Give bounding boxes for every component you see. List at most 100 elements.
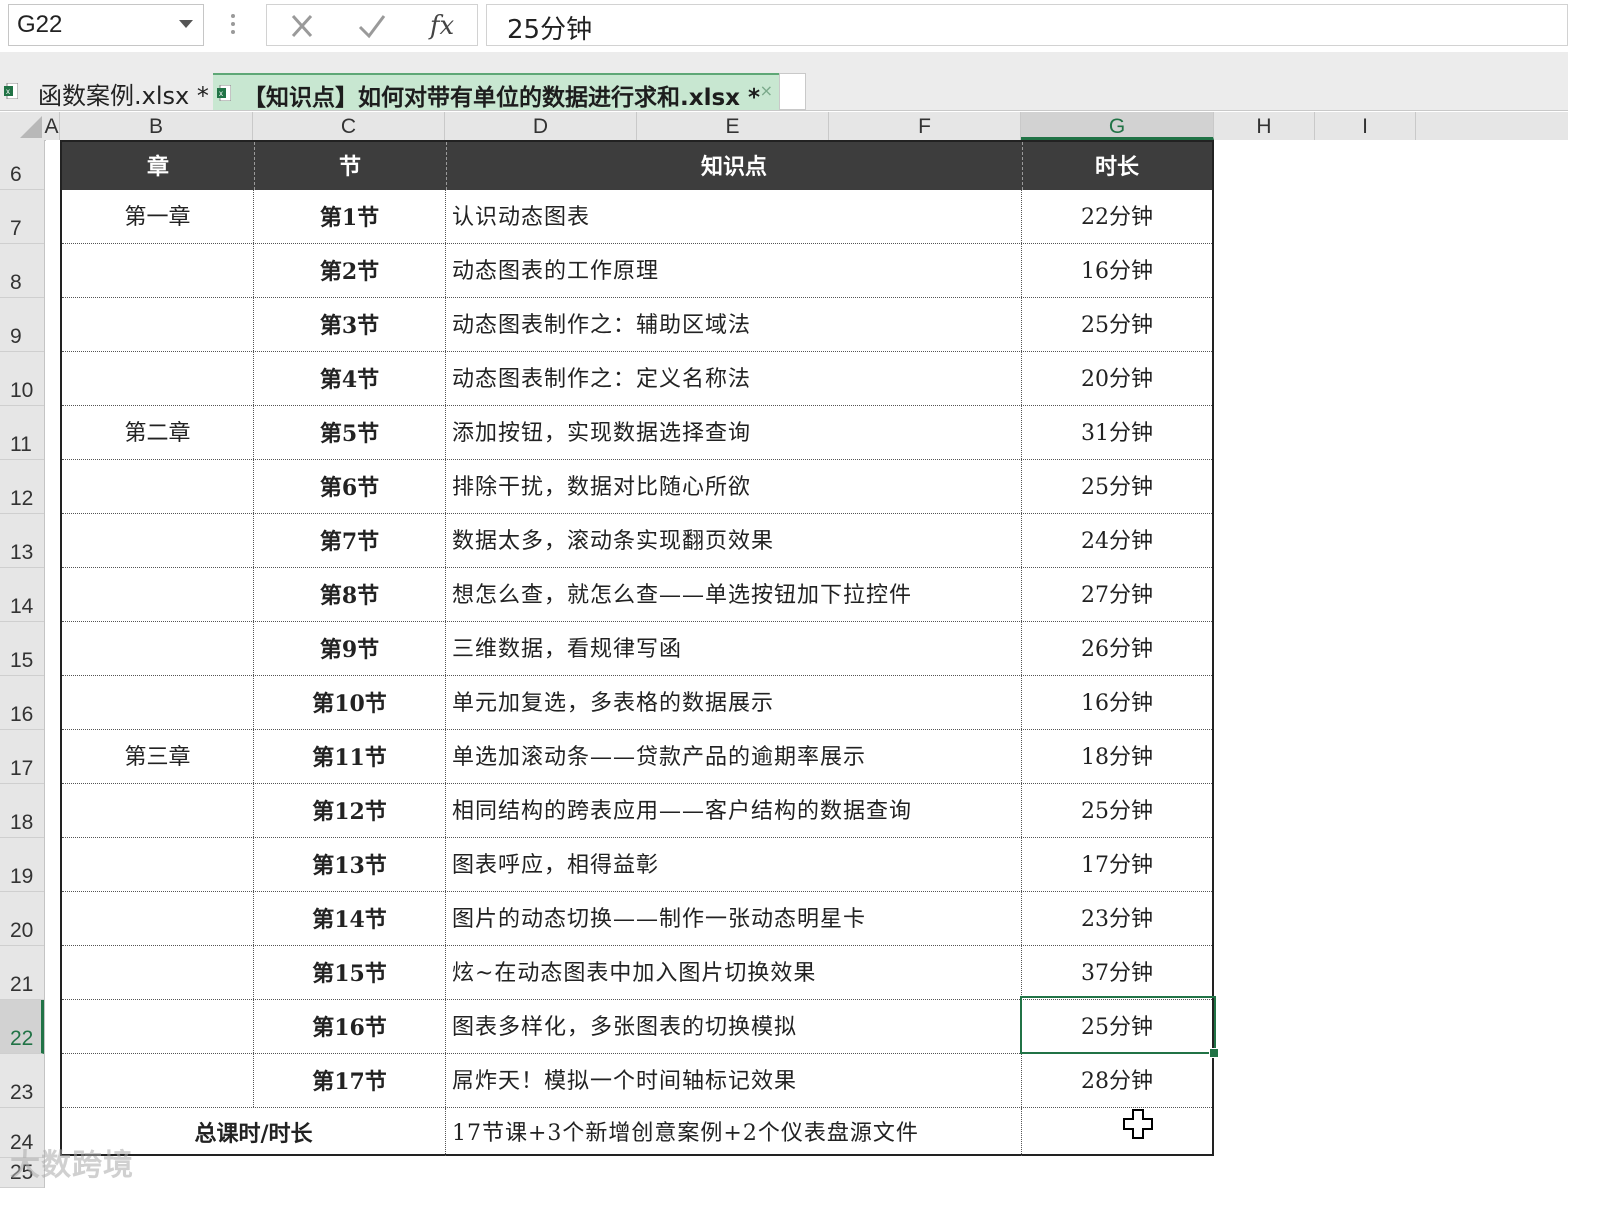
topic-cell[interactable]: 单选加滚动条——贷款产品的逾期率展示 bbox=[446, 730, 1022, 783]
row-header[interactable]: 18 bbox=[0, 784, 44, 838]
insert-function-button[interactable]: fx bbox=[417, 9, 467, 43]
topic-cell[interactable]: 排除干扰，数据对比随心所欲 bbox=[446, 460, 1022, 513]
duration-cell[interactable]: 20分钟 bbox=[1022, 352, 1212, 405]
total-duration[interactable] bbox=[1022, 1108, 1212, 1156]
column-header-b[interactable]: B bbox=[60, 112, 253, 140]
chapter-cell[interactable] bbox=[62, 460, 254, 513]
duration-cell[interactable]: 28分钟 bbox=[1022, 1054, 1212, 1107]
row-header[interactable]: 19 bbox=[0, 838, 44, 892]
section-cell[interactable]: 第17节 bbox=[254, 1054, 446, 1107]
formula-value[interactable]: 25分钟 bbox=[507, 9, 592, 46]
row-header[interactable]: 10 bbox=[0, 352, 44, 406]
chapter-cell[interactable]: 第一章 bbox=[62, 190, 254, 243]
section-cell[interactable]: 第8节 bbox=[254, 568, 446, 621]
formula-input[interactable]: 25分钟 bbox=[486, 4, 1568, 46]
row-header-selected[interactable]: 22 bbox=[0, 1000, 44, 1054]
section-cell[interactable]: 第9节 bbox=[254, 622, 446, 675]
chapter-cell[interactable]: 第二章 bbox=[62, 406, 254, 459]
duration-cell[interactable]: 18分钟 bbox=[1022, 730, 1212, 783]
section-cell[interactable]: 第10节 bbox=[254, 676, 446, 729]
row-header[interactable]: 16 bbox=[0, 676, 44, 730]
chapter-cell[interactable] bbox=[62, 568, 254, 621]
topic-cell[interactable]: 图表呼应，相得益彰 bbox=[446, 838, 1022, 891]
row-header[interactable]: 21 bbox=[0, 946, 44, 1000]
duration-cell[interactable]: 16分钟 bbox=[1022, 676, 1212, 729]
section-cell[interactable]: 第6节 bbox=[254, 460, 446, 513]
enter-button[interactable] bbox=[347, 9, 397, 43]
chapter-cell[interactable] bbox=[62, 946, 254, 999]
header-section[interactable]: 节 bbox=[254, 142, 447, 190]
section-cell[interactable]: 第2节 bbox=[254, 244, 446, 297]
column-header-a[interactable]: A bbox=[44, 112, 60, 140]
row-header[interactable]: 15 bbox=[0, 622, 44, 676]
topic-cell[interactable]: 相同结构的跨表应用——客户结构的数据查询 bbox=[446, 784, 1022, 837]
topic-cell[interactable]: 三维数据，看规律写函 bbox=[446, 622, 1022, 675]
drag-handle-icon[interactable] bbox=[230, 12, 236, 40]
chapter-cell[interactable] bbox=[62, 622, 254, 675]
row-header[interactable]: 14 bbox=[0, 568, 44, 622]
row-header[interactable]: 9 bbox=[0, 298, 44, 352]
new-tab-button[interactable] bbox=[779, 73, 806, 110]
chapter-cell[interactable] bbox=[62, 1054, 254, 1107]
row-header[interactable]: 23 bbox=[0, 1054, 44, 1108]
row-header[interactable]: 20 bbox=[0, 892, 44, 946]
duration-cell[interactable]: 26分钟 bbox=[1022, 622, 1212, 675]
section-cell[interactable]: 第13节 bbox=[254, 838, 446, 891]
topic-cell[interactable]: 数据太多，滚动条实现翻页效果 bbox=[446, 514, 1022, 567]
header-duration[interactable]: 时长 bbox=[1022, 142, 1212, 190]
duration-cell[interactable]: 31分钟 bbox=[1022, 406, 1212, 459]
topic-cell[interactable]: 动态图表的工作原理 bbox=[446, 244, 1022, 297]
section-cell[interactable]: 第5节 bbox=[254, 406, 446, 459]
column-header-c[interactable]: C bbox=[253, 112, 445, 140]
chapter-cell[interactable] bbox=[62, 298, 254, 351]
topic-cell[interactable]: 屌炸天！模拟一个时间轴标记效果 bbox=[446, 1054, 1022, 1107]
column-header-d[interactable]: D bbox=[445, 112, 637, 140]
chapter-cell[interactable] bbox=[62, 676, 254, 729]
cancel-button[interactable] bbox=[277, 9, 327, 43]
duration-cell[interactable]: 37分钟 bbox=[1022, 946, 1212, 999]
section-cell[interactable]: 第11节 bbox=[254, 730, 446, 783]
chapter-cell[interactable] bbox=[62, 892, 254, 945]
topic-cell[interactable]: 认识动态图表 bbox=[446, 190, 1022, 243]
chapter-cell[interactable] bbox=[62, 838, 254, 891]
chapter-cell[interactable] bbox=[62, 352, 254, 405]
row-header[interactable]: 7 bbox=[0, 190, 44, 244]
tab-workbook-functions[interactable]: x 函数案例.xlsx * bbox=[0, 73, 210, 110]
column-header-h[interactable]: H bbox=[1214, 112, 1315, 140]
topic-cell[interactable]: 动态图表制作之：定义名称法 bbox=[446, 352, 1022, 405]
duration-cell[interactable]: 24分钟 bbox=[1022, 514, 1212, 567]
topic-cell[interactable]: 添加按钮，实现数据选择查询 bbox=[446, 406, 1022, 459]
row-header[interactable]: 17 bbox=[0, 730, 44, 784]
section-cell[interactable]: 第3节 bbox=[254, 298, 446, 351]
row-header[interactable]: 11 bbox=[0, 406, 44, 460]
row-header[interactable]: 12 bbox=[0, 460, 44, 514]
duration-cell[interactable]: 27分钟 bbox=[1022, 568, 1212, 621]
column-header-e[interactable]: E bbox=[637, 112, 829, 140]
duration-cell[interactable]: 17分钟 bbox=[1022, 838, 1212, 891]
section-cell[interactable]: 第4节 bbox=[254, 352, 446, 405]
row-header[interactable]: 13 bbox=[0, 514, 44, 568]
duration-cell[interactable]: 16分钟 bbox=[1022, 244, 1212, 297]
close-tab-icon[interactable]: × bbox=[760, 81, 773, 100]
column-header-g[interactable]: G bbox=[1021, 112, 1214, 140]
section-cell[interactable]: 第16节 bbox=[254, 1000, 446, 1053]
row-header[interactable]: 8 bbox=[0, 244, 44, 298]
topic-cell[interactable]: 炫~在动态图表中加入图片切换效果 bbox=[446, 946, 1022, 999]
chapter-cell[interactable] bbox=[62, 784, 254, 837]
tab-workbook-knowledge[interactable]: x 【知识点】如何对带有单位的数据进行求和.xlsx * × bbox=[213, 73, 779, 111]
name-box[interactable]: G22 bbox=[8, 4, 204, 46]
topic-cell[interactable]: 图片的动态切换——制作一张动态明星卡 bbox=[446, 892, 1022, 945]
duration-cell[interactable]: 25分钟 bbox=[1022, 784, 1212, 837]
chapter-cell[interactable] bbox=[62, 514, 254, 567]
duration-cell[interactable]: 23分钟 bbox=[1022, 892, 1212, 945]
duration-cell[interactable]: 22分钟 bbox=[1022, 190, 1212, 243]
worksheet-grid[interactable]: 章 节 知识点 时长 第一章 第1节 认识动态图表 22分钟 第2节 动态图表的工作原理 1… bbox=[46, 140, 1568, 1188]
section-cell[interactable]: 第12节 bbox=[254, 784, 446, 837]
duration-cell[interactable]: 25分钟 bbox=[1022, 1000, 1212, 1053]
topic-cell[interactable]: 动态图表制作之：辅助区域法 bbox=[446, 298, 1022, 351]
section-cell[interactable]: 第15节 bbox=[254, 946, 446, 999]
duration-cell[interactable]: 25分钟 bbox=[1022, 298, 1212, 351]
name-box-value[interactable]: G22 bbox=[17, 11, 62, 39]
select-all-button[interactable] bbox=[0, 112, 44, 140]
chapter-cell[interactable] bbox=[62, 244, 254, 297]
